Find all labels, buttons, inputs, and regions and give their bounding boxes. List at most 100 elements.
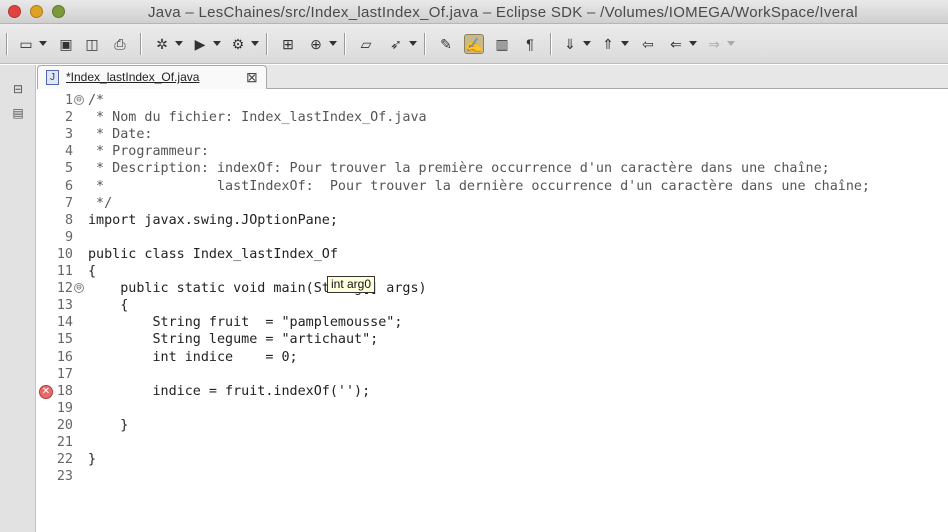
title-bar: Java – LesChaines/src/Index_lastIndex_Of… — [0, 0, 948, 24]
editor-tab[interactable]: J *Index_lastIndex_Of.java ⊠ — [37, 65, 267, 89]
tab-close-icon[interactable]: ⊠ — [246, 69, 258, 86]
show-whitespace-icon[interactable]: ▥ — [492, 34, 512, 54]
external-tools-dropdown[interactable] — [251, 41, 259, 46]
save-icon[interactable]: ▣ — [56, 34, 76, 54]
run-dropdown[interactable] — [213, 41, 221, 46]
code-line[interactable]: 23 — [37, 468, 948, 485]
line-number: 5 — [64, 161, 73, 177]
code-text: import javax.swing.JOptionPane; — [88, 212, 338, 228]
code-line[interactable]: 22} — [37, 451, 948, 468]
fold-toggle-icon[interactable]: ⊖ — [74, 283, 84, 294]
code-line[interactable]: 16 int indice = 0; — [37, 349, 948, 366]
code-text: { — [88, 298, 129, 314]
close-window-button[interactable] — [8, 5, 21, 18]
code-text: int indice = 0; — [88, 349, 298, 365]
code-line[interactable]: 10 public class Index_lastIndex_Of — [37, 246, 948, 263]
back-icon[interactable]: ⇐ — [666, 34, 686, 54]
code-line[interactable]: 18 ✕ indice = fruit.indexOf(''); — [37, 383, 948, 400]
line-number: 11 — [56, 264, 73, 279]
search-dropdown[interactable] — [409, 41, 417, 46]
code-text: String legume = "artichaut"; — [88, 332, 379, 348]
code-line[interactable]: 20 } — [37, 417, 948, 434]
line-number: 2 — [64, 110, 73, 126]
code-text: } — [88, 452, 97, 468]
toggle-block-selection-icon[interactable]: ✍ — [464, 34, 484, 54]
code-text: } — [88, 417, 129, 433]
line-number: 12 — [56, 281, 73, 297]
code-line[interactable]: 11 { — [37, 263, 948, 280]
new-class-dropdown[interactable] — [329, 41, 337, 46]
line-number: 20 — [56, 417, 73, 433]
prev-annotation-icon[interactable]: ⇑ — [598, 34, 618, 54]
line-number: 14 — [56, 315, 73, 331]
new-class-icon[interactable]: ⊕ — [306, 34, 326, 54]
code-line[interactable]: 5 * Description: indexOf: Pour trouver l… — [37, 160, 948, 177]
line-number: 22 — [56, 452, 73, 468]
code-text: indice = fruit.indexOf(''); — [88, 383, 371, 399]
restore-view-icon[interactable]: ⊟ — [10, 81, 26, 97]
code-text: /* — [88, 93, 105, 108]
debug-icon[interactable]: ✲ — [152, 34, 172, 54]
run-icon[interactable]: ▶ — [190, 34, 210, 54]
code-line[interactable]: 4 * Programmeur: — [37, 143, 948, 160]
open-type-icon[interactable]: ▱ — [356, 34, 376, 54]
code-line[interactable]: 15 String legume = "artichaut"; — [37, 331, 948, 348]
error-marker-icon[interactable]: ✕ — [39, 384, 53, 399]
code-text: { — [88, 264, 97, 279]
code-line[interactable]: 21 — [37, 434, 948, 451]
code-text: */ — [88, 195, 113, 211]
window-title: Java – LesChaines/src/Index_lastIndex_Of… — [148, 4, 858, 21]
line-number: 4 — [64, 144, 73, 160]
code-editor[interactable]: 1 ⊖/* 2 * Nom du fichier: Index_lastIndex_… — [37, 89, 948, 532]
new-java-package-icon[interactable]: ⊞ — [278, 34, 298, 54]
code-line[interactable]: 6 * lastIndexOf: Pour trouver la dernièr… — [37, 178, 948, 195]
toggle-mark-occurrences-icon[interactable]: ✎ — [436, 34, 456, 54]
code-line[interactable]: 2 * Nom du fichier: Index_lastIndex_Of.j… — [37, 109, 948, 126]
new-wizard-dropdown[interactable] — [39, 41, 47, 46]
save-all-icon[interactable]: ◫ — [82, 34, 102, 54]
external-tools-icon[interactable]: ⚙ — [228, 34, 248, 54]
line-number: 7 — [64, 195, 73, 211]
next-annotation-dropdown[interactable] — [583, 41, 591, 46]
code-line[interactable]: 8 import javax.swing.JOptionPane; — [37, 212, 948, 229]
code-line[interactable]: 3 * Date: — [37, 126, 948, 143]
code-line[interactable]: 7 */ — [37, 195, 948, 212]
line-number: 21 — [56, 435, 73, 450]
toolbar-separator — [266, 33, 268, 55]
debug-dropdown[interactable] — [175, 41, 183, 46]
zoom-window-button[interactable] — [52, 5, 65, 18]
search-icon[interactable]: ➶ — [386, 34, 406, 54]
editor-tab-label: *Index_lastIndex_Of.java — [66, 70, 200, 84]
line-number: 17 — [56, 366, 73, 382]
forward-dropdown[interactable] — [727, 41, 735, 46]
code-line[interactable]: 19 — [37, 400, 948, 417]
main-toolbar: ▭ ▣ ◫ ⎙ ✲ ▶ ⚙ ⊞ ⊕ ▱ ➶ ✎ ✍ ▥ ¶ ⇓ ⇑ ⇦ ⇐ ⇒ — [0, 24, 948, 64]
minimize-window-button[interactable] — [30, 5, 43, 18]
code-text: public static void main(String[] args) — [88, 281, 427, 297]
line-number: 10 — [56, 246, 73, 262]
fold-toggle-icon[interactable]: ⊖ — [74, 95, 84, 105]
code-text: String fruit = "pamplemousse"; — [88, 315, 403, 331]
back-dropdown[interactable] — [689, 41, 697, 46]
toolbar-separator — [344, 33, 346, 55]
show-whitespace-characters-icon[interactable]: ¶ — [520, 34, 540, 54]
code-line[interactable]: 13 { — [37, 297, 948, 314]
code-line[interactable]: 1 ⊖ /* — [37, 92, 948, 109]
next-annotation-icon[interactable]: ⇓ — [560, 34, 580, 54]
line-number: 8 — [64, 212, 73, 228]
code-text: * Nom du fichier: Index_lastIndex_Of.jav… — [88, 110, 427, 126]
code-line[interactable]: 9 — [37, 229, 948, 246]
code-line[interactable]: 17 — [37, 366, 948, 383]
code-line[interactable]: 14 String fruit = "pamplemousse"; — [37, 314, 948, 331]
line-number: 16 — [56, 349, 73, 365]
line-number: 15 — [56, 332, 73, 348]
last-edit-location-icon[interactable]: ⇦ — [638, 34, 658, 54]
new-wizard-icon[interactable]: ▭ — [16, 34, 36, 54]
code-line[interactable]: 12 ⊖ public static void main(String[] arg… — [37, 280, 948, 297]
editor-tab-strip: J *Index_lastIndex_Of.java ⊠ — [37, 65, 948, 89]
prev-annotation-dropdown[interactable] — [621, 41, 629, 46]
toolbar-separator — [6, 33, 8, 55]
print-icon[interactable]: ⎙ — [110, 34, 130, 54]
package-explorer-icon[interactable]: ▤ — [10, 105, 26, 121]
forward-icon[interactable]: ⇒ — [704, 34, 724, 54]
